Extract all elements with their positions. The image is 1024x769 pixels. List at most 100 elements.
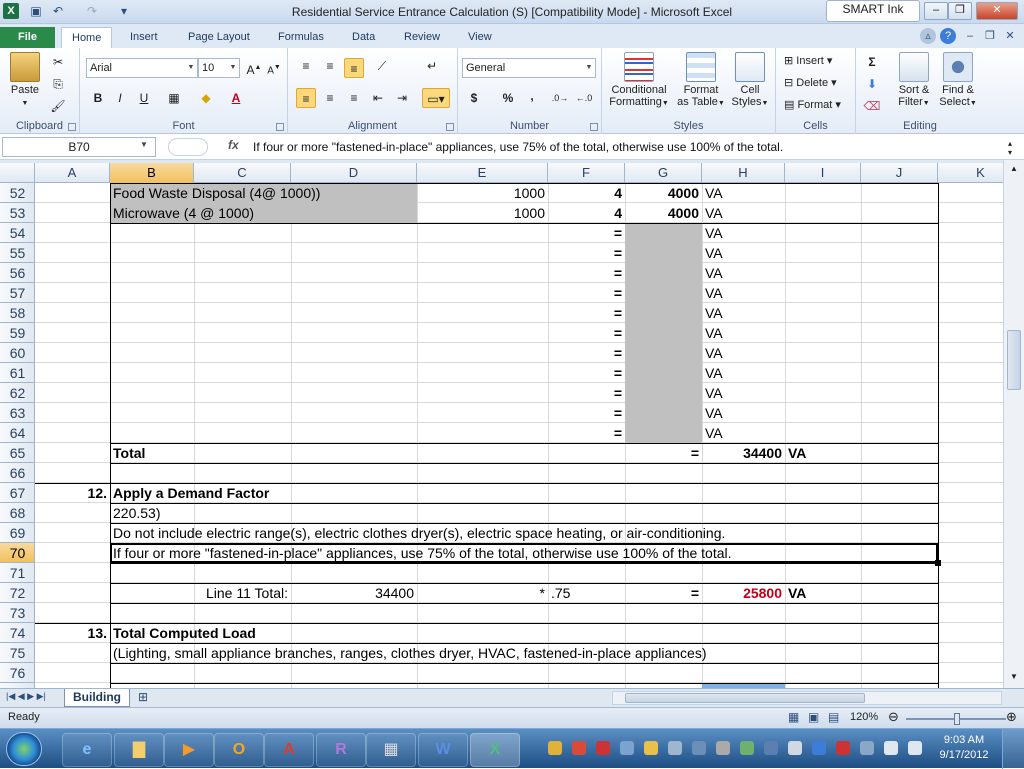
cell-h58[interactable]: VA <box>702 303 726 323</box>
cell-f64[interactable]: = <box>548 423 625 443</box>
cell-f62[interactable]: = <box>548 383 625 403</box>
horizontal-scroll-thumb[interactable] <box>625 693 865 703</box>
select-all-corner[interactable] <box>0 163 35 183</box>
tray-icon-4[interactable] <box>620 741 634 755</box>
cell-h52[interactable]: VA <box>702 183 726 203</box>
sort-filter-button[interactable]: Sort & Filter▼ <box>894 52 934 110</box>
excel-taskbar-icon[interactable]: X <box>470 733 520 767</box>
cut-icon[interactable]: ✂ <box>48 52 68 72</box>
column-header-j[interactable]: J <box>861 163 938 183</box>
cell-e72[interactable]: * <box>417 583 548 603</box>
tab-file[interactable]: File <box>0 27 55 48</box>
internet-explorer-icon[interactable]: e <box>62 733 112 767</box>
tray-icon-2[interactable] <box>572 741 586 755</box>
insert-cells-button[interactable]: ⊞ Insert ▾ <box>784 54 832 67</box>
formula-input[interactable]: If four or more "fastened-in-place" appl… <box>253 140 783 154</box>
tray-icon-5[interactable] <box>644 741 658 755</box>
cell-h57[interactable]: VA <box>702 283 726 303</box>
page-break-view-icon[interactable]: ▤ <box>828 710 839 724</box>
borders-icon[interactable]: ▦ <box>164 88 184 108</box>
row-header-69[interactable]: 69 <box>0 523 34 543</box>
percent-button[interactable]: % <box>498 88 518 108</box>
cell-f53[interactable]: 4 <box>548 203 625 223</box>
align-top-icon[interactable]: ≡ <box>296 56 316 76</box>
cell-f63[interactable]: = <box>548 403 625 423</box>
cell-h72[interactable]: 25800 <box>702 583 785 603</box>
cell-g72[interactable]: = <box>625 583 702 603</box>
cell-f52[interactable]: 4 <box>548 183 625 203</box>
tray-icon-6[interactable] <box>668 741 682 755</box>
format-cells-button[interactable]: ▤ Format ▾ <box>784 98 841 111</box>
autocad-icon[interactable]: A <box>264 733 314 767</box>
cell-i65[interactable]: VA <box>785 443 809 463</box>
action-center-icon[interactable] <box>836 741 850 755</box>
increase-indent-icon[interactable]: ⇥ <box>392 88 412 108</box>
network-icon[interactable] <box>884 741 898 755</box>
window-minimize-icon[interactable]: – <box>962 28 978 44</box>
worksheet-grid[interactable]: Food Waste Disposal (4@ 1000)) 1000 4 4000 V… <box>35 183 1003 688</box>
expand-formula-bar-icon[interactable]: ▴ ▾ <box>1008 139 1012 157</box>
cell-e53[interactable]: 1000 <box>417 203 548 223</box>
decrease-decimal-icon[interactable]: ←.0 <box>574 88 594 108</box>
cell-f72[interactable]: .75 <box>548 583 573 603</box>
cell-f61[interactable]: = <box>548 363 625 383</box>
tray-icon-10[interactable] <box>764 741 778 755</box>
row-header-61[interactable]: 61 <box>0 363 34 383</box>
outlook-icon[interactable]: O <box>214 733 264 767</box>
column-header-d[interactable]: D <box>291 163 417 183</box>
name-box-dropdown-icon[interactable]: ▼ <box>140 140 148 149</box>
cell-g65[interactable]: = <box>625 443 702 463</box>
cell-b70[interactable]: If four or more "fastened-in-place" appl… <box>110 543 735 563</box>
row-header-55[interactable]: 55 <box>0 243 34 263</box>
tray-icon-11[interactable] <box>788 741 802 755</box>
start-button[interactable] <box>6 732 42 766</box>
zoom-in-icon[interactable]: ⊕ <box>1006 709 1017 725</box>
align-bottom-icon[interactable]: ≡ <box>344 58 364 78</box>
font-size-combo[interactable]: 10 ▼ <box>198 58 240 78</box>
cell-h63[interactable]: VA <box>702 403 726 423</box>
column-header-g[interactable]: G <box>625 163 702 183</box>
cell-h62[interactable]: VA <box>702 383 726 403</box>
row-header-70[interactable]: 70 <box>0 543 34 563</box>
italic-button[interactable]: I <box>110 88 130 108</box>
cell-h55[interactable]: VA <box>702 243 726 263</box>
align-right-icon[interactable]: ≡ <box>344 88 364 108</box>
comma-button[interactable]: , <box>522 86 542 106</box>
row-header-60[interactable]: 60 <box>0 343 34 363</box>
row-header-71[interactable]: 71 <box>0 563 34 583</box>
cell-g52[interactable]: 4000 <box>625 183 702 203</box>
column-header-b[interactable]: B <box>110 163 194 183</box>
cell-d72[interactable]: 34400 <box>291 583 417 603</box>
align-center-icon[interactable]: ≡ <box>320 88 340 108</box>
cell-h60[interactable]: VA <box>702 343 726 363</box>
cell-b52[interactable]: Food Waste Disposal (4@ 1000)) <box>110 183 323 203</box>
row-header-57[interactable]: 57 <box>0 283 34 303</box>
cell-b68[interactable]: 220.53) <box>110 503 163 523</box>
column-header-i[interactable]: I <box>785 163 861 183</box>
sheet-nav-icon[interactable]: |◀ ◀ ▶ ▶| <box>6 691 46 702</box>
insert-function-button[interactable]: fx <box>228 138 239 152</box>
format-as-table-button[interactable]: Format as Table▼ <box>676 52 726 110</box>
tab-page-layout[interactable]: Page Layout <box>178 27 260 48</box>
column-header-a[interactable]: A <box>35 163 110 183</box>
orientation-icon[interactable]: ⟋ <box>372 56 392 76</box>
sheet-tab-building[interactable]: Building <box>64 689 130 707</box>
tray-icon-3[interactable] <box>596 741 610 755</box>
page-layout-view-icon[interactable]: ▣ <box>808 710 819 724</box>
minimize-button[interactable]: – <box>924 2 948 20</box>
cell-f56[interactable]: = <box>548 263 625 283</box>
window-restore-icon[interactable]: ❐ <box>982 28 998 44</box>
normal-view-icon[interactable]: ▦ <box>788 710 799 724</box>
row-header-74[interactable]: 74 <box>0 623 34 643</box>
paste-button[interactable]: Paste ▼ <box>6 52 44 110</box>
bluetooth-icon[interactable] <box>812 741 826 755</box>
row-header-66[interactable]: 66 <box>0 463 34 483</box>
row-header-53[interactable]: 53 <box>0 203 34 223</box>
fill-color-icon[interactable]: ◆ <box>196 88 216 108</box>
volume-icon[interactable] <box>908 741 922 755</box>
vertical-scroll-thumb[interactable] <box>1007 330 1021 390</box>
find-select-button[interactable]: Find & Select▼ <box>936 52 980 110</box>
autosum-icon[interactable]: Σ <box>862 52 882 72</box>
scroll-up-icon[interactable]: ▲ <box>1010 164 1018 173</box>
media-player-icon[interactable]: ▶ <box>164 733 214 767</box>
